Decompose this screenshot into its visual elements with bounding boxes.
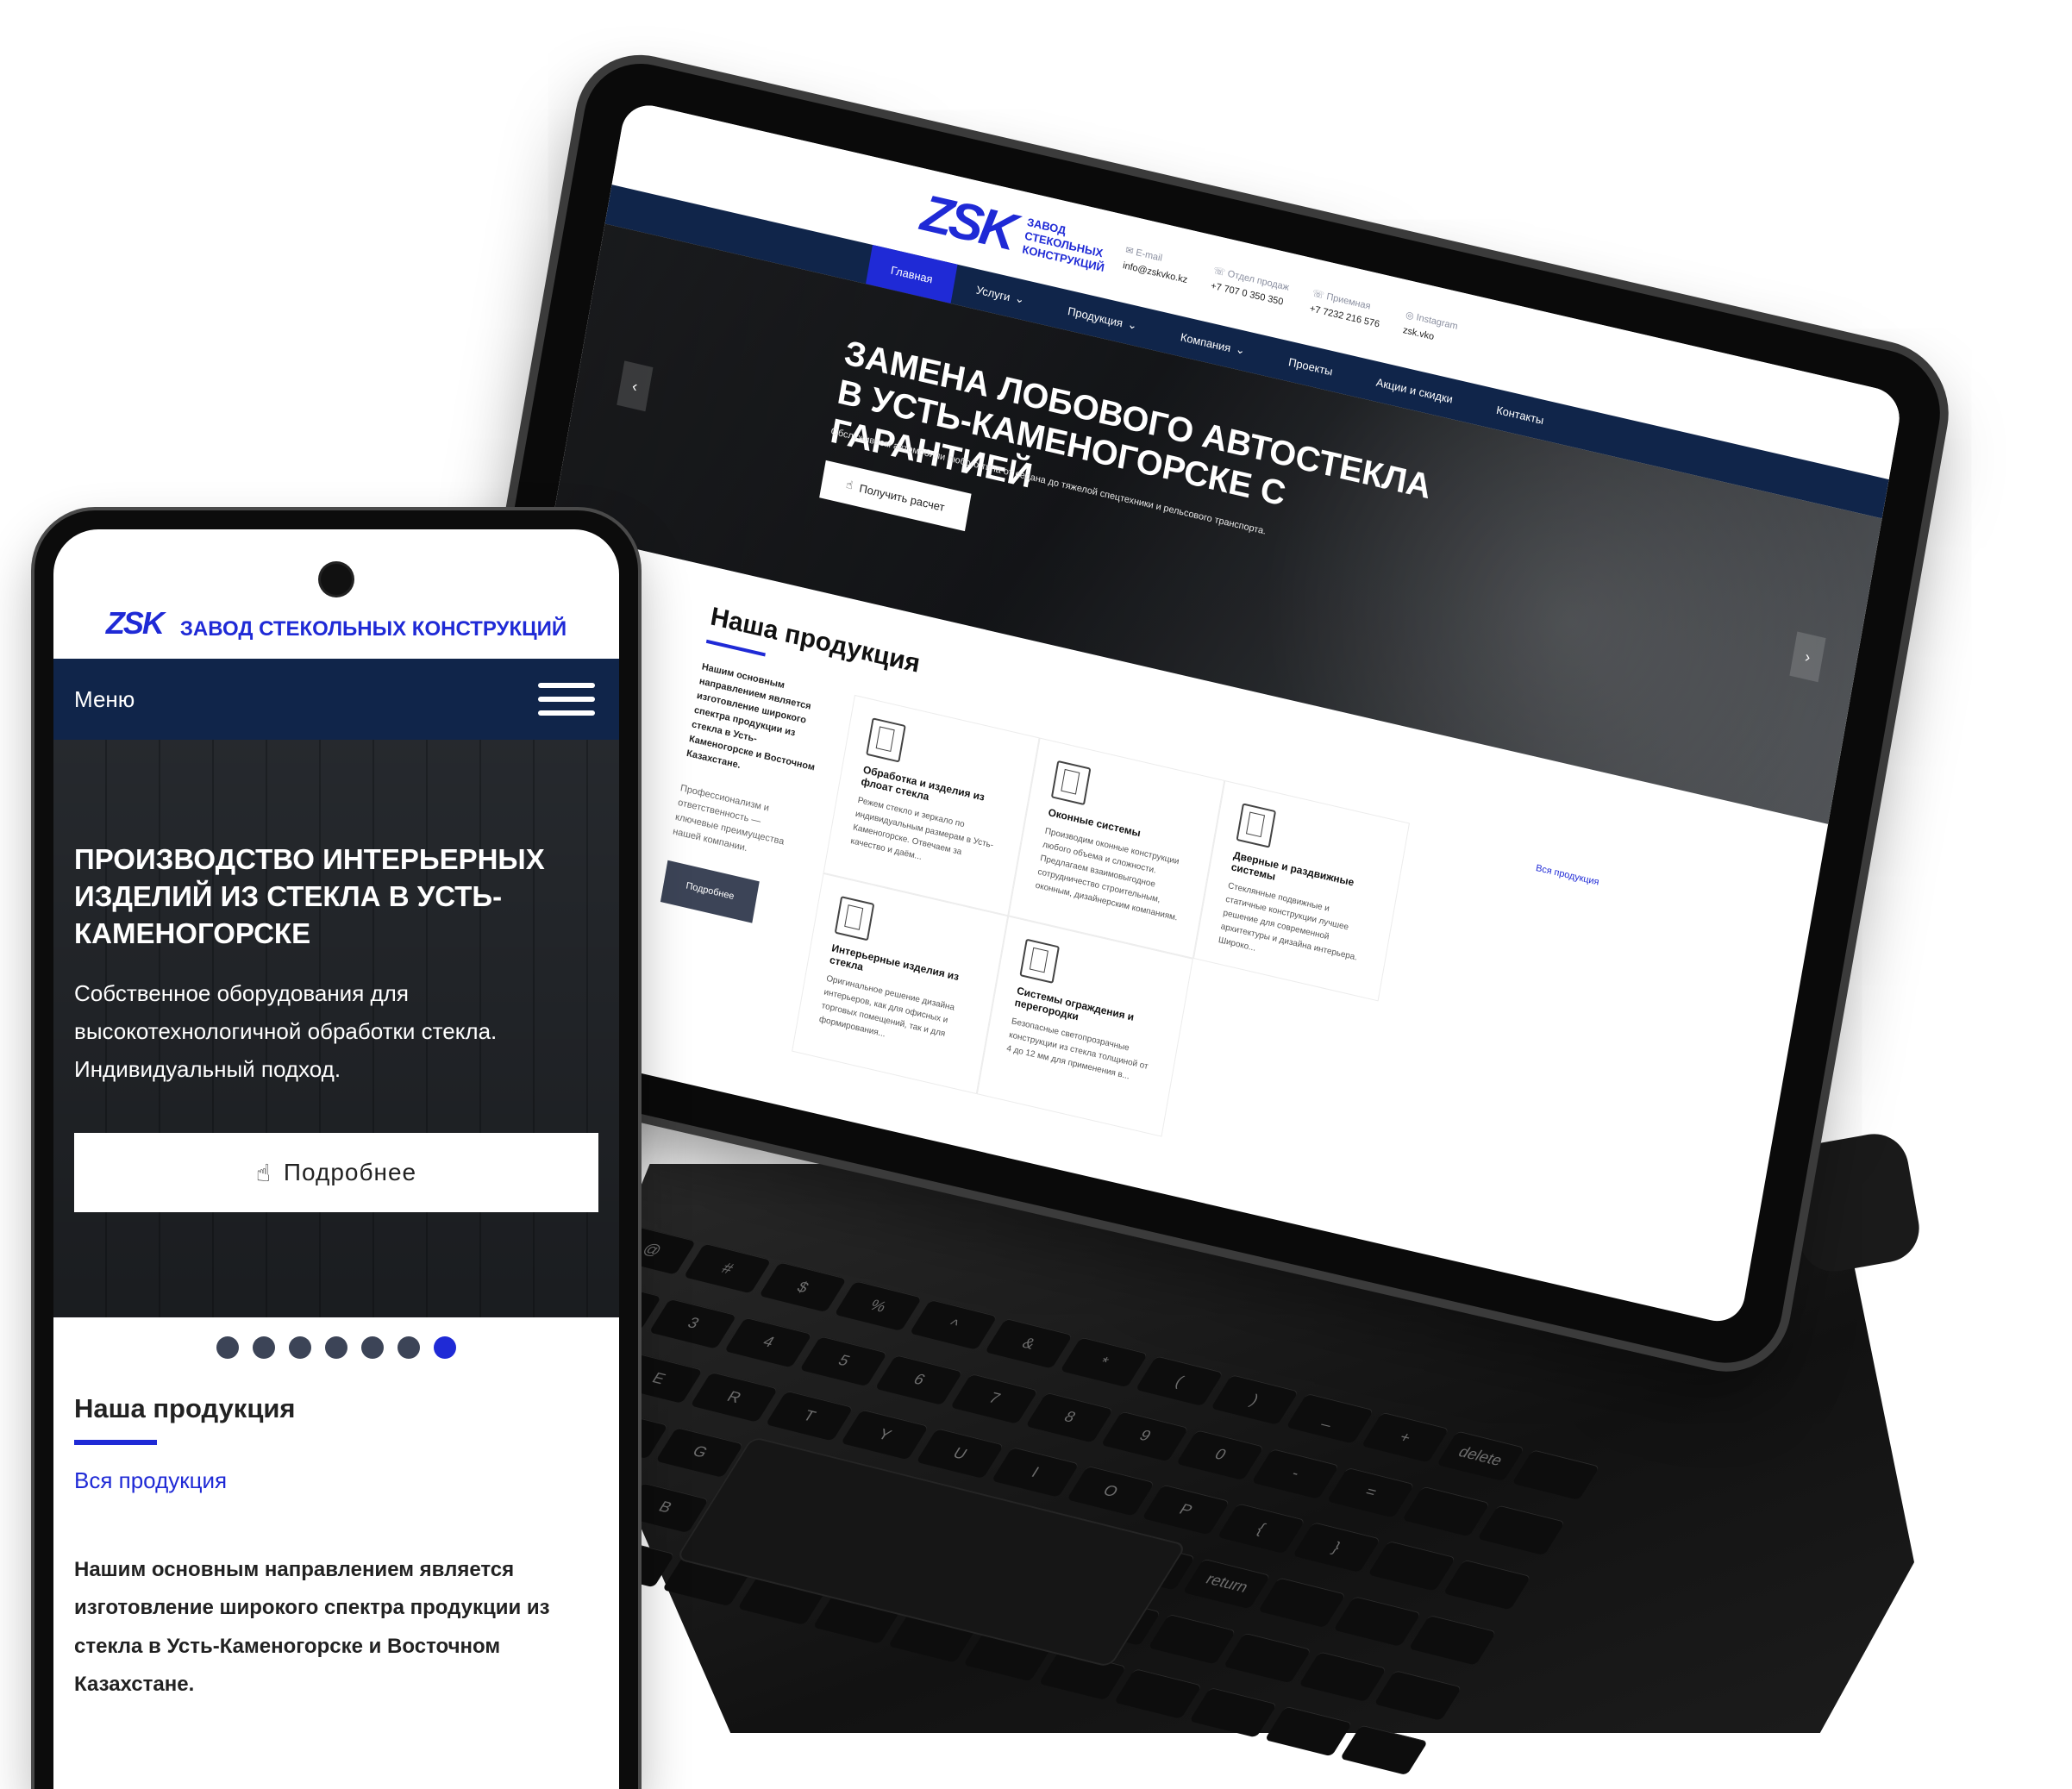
phone-menu-bar: Меню: [53, 659, 619, 740]
keyboard-key: T: [765, 1391, 854, 1442]
keyboard-key: 3: [648, 1298, 738, 1349]
slider-prev-arrow-icon[interactable]: ‹: [617, 360, 654, 412]
keyboard-key: {: [1217, 1503, 1305, 1554]
keyboard-key: I: [991, 1447, 1080, 1498]
keyboard-key: [1257, 1577, 1347, 1629]
keyboard-key: [1333, 1596, 1422, 1647]
phone-products-section: Наша продукция Вся продукция Нашим основ…: [53, 1378, 619, 1720]
tablet-screen: ZSK ЗАВОД СТЕКОЛЬНЫХ КОНСТРУКЦИЙ ✉ E-mai…: [462, 99, 1905, 1327]
zsk-logo-mark: ZSK: [105, 605, 165, 641]
keyboard-key: 5: [799, 1335, 888, 1386]
phone-icon: ☏: [1311, 288, 1325, 302]
products-description: Нашим основным направлением является изг…: [74, 1558, 550, 1697]
more-button[interactable]: ☝ Подробнее: [74, 1133, 598, 1212]
keyboard-key: 8: [1025, 1392, 1114, 1443]
window-icon: [1050, 760, 1092, 806]
keyboard-key: 7: [950, 1373, 1039, 1424]
keyboard-key: Y: [840, 1409, 930, 1461]
keyboard-key: [1339, 1724, 1428, 1776]
contact-reception[interactable]: ☏ Приемная +7 7232 216 576: [1308, 287, 1383, 333]
keyboard-key: 9: [1100, 1411, 1189, 1461]
slider-next-arrow-icon[interactable]: ›: [1789, 631, 1826, 683]
chevron-down-icon: ⌄: [1126, 316, 1138, 333]
slider-dot[interactable]: [434, 1336, 456, 1359]
slider-dot[interactable]: [253, 1336, 275, 1359]
keyboard-key: return: [1182, 1558, 1271, 1610]
products-title: Наша продукция: [74, 1393, 296, 1423]
sliding-door-icon: [1236, 803, 1277, 848]
slider-dot[interactable]: [289, 1336, 311, 1359]
contact-email[interactable]: ✉ E-mail info@zskvko.kz: [1122, 244, 1192, 289]
phone-icon: ☏: [1212, 266, 1226, 279]
chevron-down-icon: ⌄: [1235, 341, 1247, 358]
keyboard-key: }: [1292, 1522, 1381, 1573]
slider-dot[interactable]: [325, 1336, 347, 1359]
more-button-label: Подробнее: [283, 1159, 417, 1185]
get-estimate-label: Получить расчет: [858, 481, 946, 514]
keyboard-key: [1264, 1706, 1353, 1757]
slider-dot[interactable]: [216, 1336, 239, 1359]
front-camera: [321, 564, 352, 595]
contact-sales[interactable]: ☏ Отдел продаж +7 707 0 350 350: [1210, 264, 1290, 311]
partition-icon: [1019, 938, 1061, 984]
phone-hero-slider: ПРОИЗВОДСТВО ИНТЕРЬЕРНЫХ ИЗДЕЛИЙ ИЗ СТЕК…: [53, 740, 619, 1317]
keyboard-key: [1148, 1613, 1236, 1665]
mirror-icon: [866, 717, 906, 763]
phone-device: ZSK ЗАВОД СТЕКОЛЬНЫХ КОНСТРУКЦИЙ Меню ПР…: [34, 510, 638, 1789]
keyboard-key: [1368, 1541, 1456, 1592]
instagram-icon: ◎: [1405, 310, 1415, 322]
keyboard-key: [1299, 1651, 1387, 1702]
keyboard-key: [1224, 1632, 1312, 1683]
keyboard-key: 6: [874, 1354, 964, 1405]
all-products-link[interactable]: Вся продукция: [74, 1467, 598, 1494]
hero-subtitle: Собственное оборудования для высокотехно…: [74, 980, 498, 1083]
keyboard-key: 4: [724, 1317, 813, 1368]
hand-pointer-icon: ☝: [255, 1159, 272, 1186]
logo-text: ЗАВОД СТЕКОЛЬНЫХ КОНСТРУКЦИЙ: [179, 617, 567, 641]
interior-glass-icon: [834, 896, 875, 941]
menu-label: Меню: [74, 685, 135, 712]
products-intro: Нашим основным направлением является изг…: [640, 660, 829, 1045]
logo-text: ЗАВОД СТЕКОЛЬНЫХ КОНСТРУКЦИЙ: [1021, 215, 1105, 275]
slider-dots: [53, 1317, 619, 1378]
contact-instagram[interactable]: ◎ Instagram zsk.vko: [1402, 309, 1459, 351]
keyboard-key: R: [690, 1372, 779, 1423]
hand-pointer-icon: ☝: [845, 477, 854, 492]
zsk-logo-mark: ZSK: [917, 183, 1018, 261]
slider-dot[interactable]: [361, 1336, 384, 1359]
keyboard-key: P: [1142, 1484, 1230, 1536]
keyboard-key: [1189, 1687, 1278, 1738]
products-intro-bold: Нашим основным направлением является изг…: [685, 661, 816, 773]
phone-screen: ZSK ЗАВОД СТЕКОЛЬНЫХ КОНСТРУКЦИЙ Меню ПР…: [53, 529, 619, 1789]
keyboard-key: -: [1251, 1448, 1340, 1499]
hamburger-menu-icon[interactable]: [538, 683, 595, 716]
keyboard-key: U: [916, 1428, 1005, 1479]
products-intro-muted: Профессионализм и ответственность — ключ…: [672, 783, 786, 854]
keyboard-key: =: [1326, 1467, 1415, 1518]
mail-icon: ✉: [1124, 245, 1135, 258]
chevron-down-icon: ⌄: [1014, 291, 1026, 307]
keyboard-key: O: [1066, 1466, 1155, 1517]
keyboard-key: 0: [1176, 1429, 1265, 1480]
slider-dot[interactable]: [397, 1336, 420, 1359]
product-card-doors[interactable]: Дверные и раздвижные системы Стеклянные …: [1192, 780, 1411, 1002]
keyboard-key: [1113, 1668, 1202, 1720]
more-button[interactable]: Подробнее: [660, 860, 760, 923]
hero-title: ПРОИЗВОДСТВО ИНТЕРЬЕРНЫХ ИЗДЕЛИЙ ИЗ СТЕК…: [74, 843, 545, 949]
keyboard-key: [1402, 1486, 1491, 1536]
title-underline: [74, 1440, 157, 1445]
